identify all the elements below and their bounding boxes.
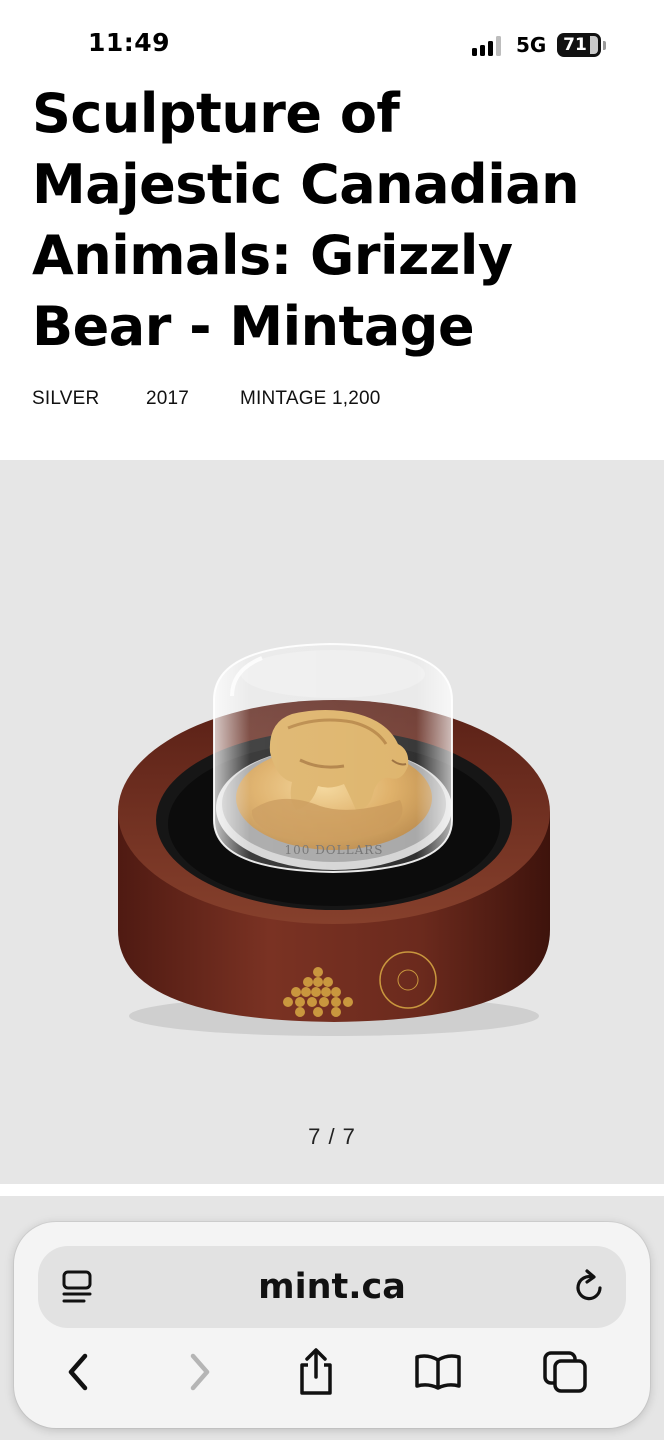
- tabs-button[interactable]: [538, 1344, 594, 1400]
- battery-nub: [603, 41, 606, 50]
- cellular-signal-icon: [472, 36, 506, 56]
- tabs-icon: [543, 1351, 587, 1393]
- battery-icon: 71: [557, 33, 601, 57]
- product-meta: SILVER 2017 MINTAGE 1,200: [32, 388, 632, 414]
- bookmarks-button[interactable]: [410, 1344, 466, 1400]
- product-title: Sculpture of Majestic Canadian Animals: …: [32, 78, 642, 362]
- meta-mintage: MINTAGE 1,200: [240, 388, 381, 409]
- browser-toolbar: mint.ca: [14, 1222, 650, 1428]
- battery-level: 71: [563, 35, 587, 55]
- back-chevron-icon: [68, 1353, 88, 1391]
- meta-year: 2017: [146, 388, 190, 409]
- network-type: 5G: [516, 33, 547, 57]
- reload-icon[interactable]: [572, 1268, 608, 1306]
- forward-chevron-icon: [190, 1353, 210, 1391]
- back-button[interactable]: [50, 1344, 106, 1400]
- share-button[interactable]: [288, 1344, 344, 1400]
- status-time: 11:49: [88, 28, 171, 57]
- forward-button[interactable]: [172, 1344, 228, 1400]
- product-image: 100 DOLLARS: [118, 642, 550, 1036]
- product-image-gallery[interactable]: 100 DOLLARS: [0, 460, 664, 1184]
- title-line: Animals: Grizzly: [32, 224, 513, 287]
- url-text[interactable]: mint.ca: [38, 1246, 626, 1328]
- status-bar: 11:49 5G 71: [0, 0, 664, 88]
- title-line: Majestic Canadian: [32, 153, 580, 216]
- title-line: Sculpture of: [32, 82, 400, 145]
- share-icon: [300, 1348, 332, 1395]
- meta-metal: SILVER: [32, 388, 100, 409]
- bookmarks-icon: [415, 1354, 461, 1390]
- title-line: Bear - Mintage: [32, 295, 475, 358]
- address-bar[interactable]: mint.ca: [38, 1246, 626, 1328]
- gallery-counter: 7 / 7: [308, 1124, 356, 1149]
